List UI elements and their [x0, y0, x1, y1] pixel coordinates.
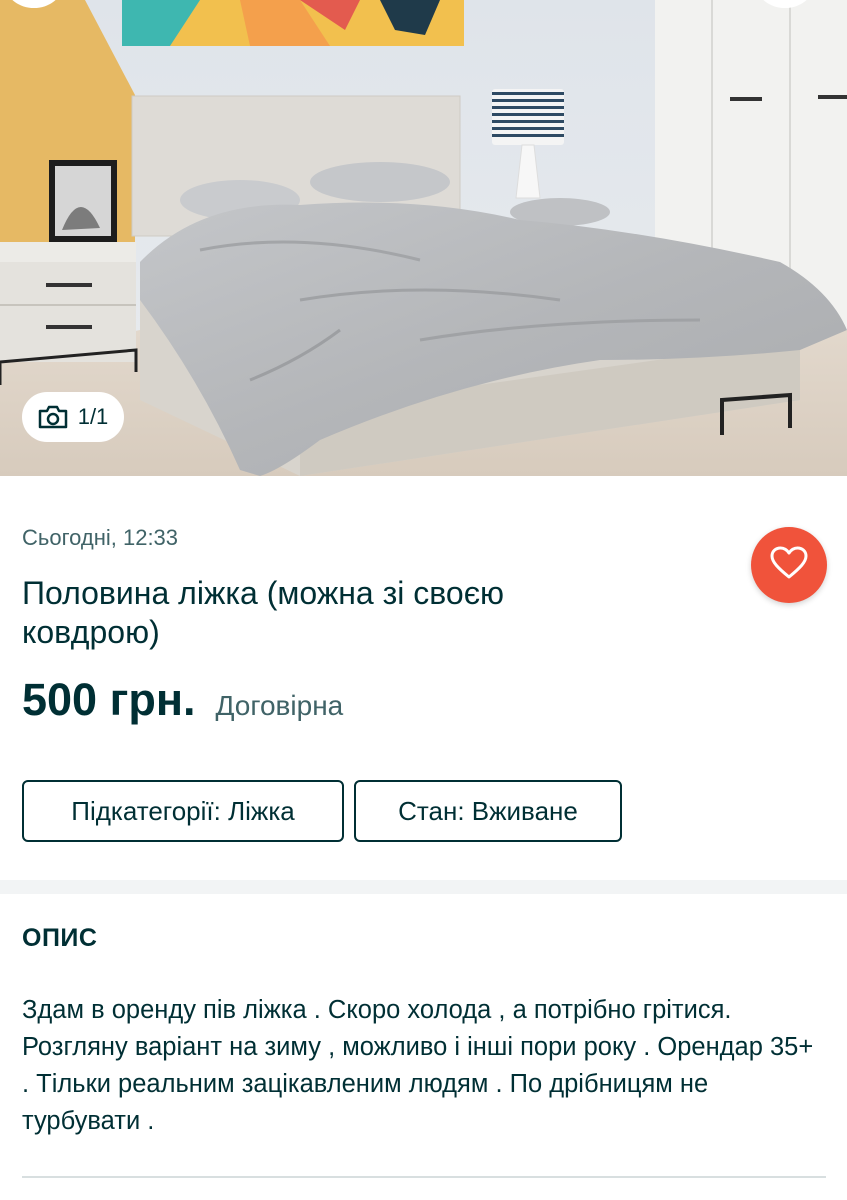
tag-condition[interactable]: Стан: Вживане	[354, 780, 622, 842]
bedroom-photo	[0, 0, 847, 476]
description-heading: ОПИС	[22, 924, 98, 952]
photo-counter-label: 1/1	[77, 404, 109, 429]
description-text: Здам в оренду пів ліжка . Скоро холода ,…	[22, 996, 814, 1135]
price-row: 500 грн. Договірна	[22, 674, 343, 726]
price: 500 грн.	[22, 674, 196, 725]
photo-counter[interactable]: 1/1	[22, 392, 124, 442]
tag-subcategory[interactable]: Підкатегорії: Ліжка	[22, 780, 344, 842]
description-section: ОПИС Здам в оренду пів ліжка . Скоро хол…	[0, 894, 847, 1200]
favorite-button[interactable]	[751, 527, 827, 603]
listing-photo[interactable]: 1/1	[0, 0, 847, 476]
listing-title: Половина ліжка (можна зі своєю ковдрою)	[22, 575, 505, 650]
camera-icon	[38, 405, 68, 429]
posted-date: Сьогодні, 12:33	[22, 525, 179, 550]
divider	[22, 1176, 826, 1178]
heart-icon	[770, 546, 808, 585]
tag-list: Підкатегорії: Ліжка Стан: Вживане	[22, 780, 622, 842]
section-divider	[0, 880, 847, 894]
listing-details: Сьогодні, 12:33 Половина ліжка (можна зі…	[0, 476, 847, 886]
price-negotiable: Договірна	[215, 690, 344, 721]
